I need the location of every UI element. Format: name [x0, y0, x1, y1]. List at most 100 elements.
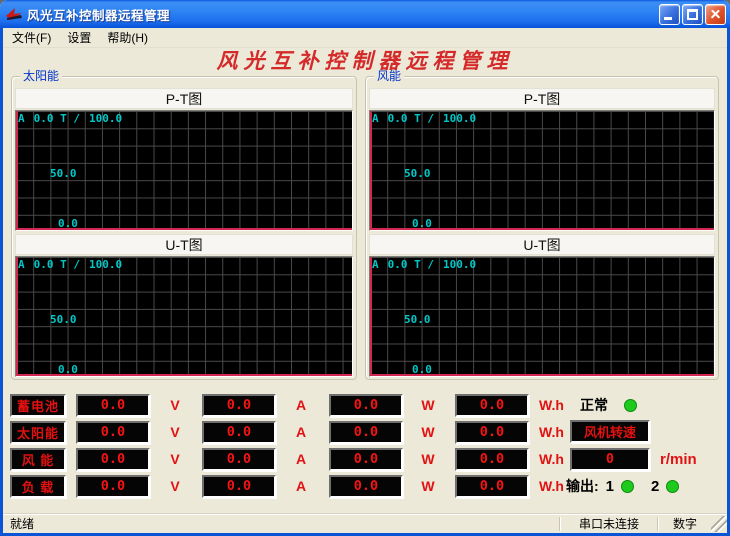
- wind-ut-chart-title: U-T图: [369, 234, 715, 255]
- axis-corner-label: A: [372, 258, 379, 271]
- axis-ymax-label: 100.0: [89, 258, 122, 271]
- battery-energy-display: 0.0: [455, 394, 529, 417]
- current-unit: A: [288, 451, 314, 467]
- axis-ymid-label: 50.0: [50, 167, 77, 180]
- readings-panel: 蓄电池 0.0 V 0.0 A 0.0 W 0.0 W.h 太阳能 0.0 V …: [10, 393, 723, 505]
- status-ready-text: 就绪: [3, 515, 559, 532]
- current-unit: A: [288, 397, 314, 413]
- power-unit: W: [415, 451, 441, 467]
- wind-energy-display: 0.0: [455, 448, 529, 471]
- axis-ymid-label: 50.0: [50, 313, 77, 326]
- axis-ymax-label: 100.0: [443, 112, 476, 125]
- battery-current-display: 0.0: [202, 394, 276, 417]
- wind-label: 风 能: [10, 448, 66, 471]
- power-unit: W: [415, 424, 441, 440]
- energy-unit: W.h: [539, 478, 569, 494]
- fan-speed-display: 0: [570, 448, 650, 471]
- app-icon: [5, 6, 23, 22]
- maximize-button[interactable]: [682, 4, 703, 25]
- load-energy-display: 0.0: [455, 475, 529, 498]
- x-axis-line: [16, 228, 352, 230]
- resize-grip[interactable]: [711, 516, 727, 532]
- wind-pt-chart: A 0.0 T / 100.0 50.0 0.0: [369, 110, 715, 231]
- fan-speed-unit: r/min: [660, 451, 697, 468]
- energy-unit: W.h: [539, 424, 569, 440]
- voltage-unit: V: [162, 451, 188, 467]
- axis-ymid-label: 50.0: [404, 167, 431, 180]
- load-voltage-display: 0.0: [76, 475, 150, 498]
- close-button[interactable]: [705, 4, 726, 25]
- axis-origin-label: 0.0 T /: [34, 112, 80, 125]
- energy-unit: W.h: [539, 451, 569, 467]
- solar-energy-display: 0.0: [455, 421, 529, 444]
- status-normal-label: 正常: [580, 395, 608, 415]
- current-unit: A: [288, 478, 314, 494]
- menu-bar: 文件(F) 设置 帮助(H): [3, 28, 727, 48]
- axis-ymax-label: 100.0: [443, 258, 476, 271]
- energy-unit: W.h: [539, 397, 569, 413]
- voltage-unit: V: [162, 397, 188, 413]
- solar-ut-chart: A 0.0 T / 100.0 50.0 0.0: [15, 256, 353, 377]
- voltage-unit: V: [162, 424, 188, 440]
- fan-speed-label: 风机转速: [570, 420, 650, 443]
- group-solar-label: 太阳能: [20, 70, 62, 83]
- solar-power-display: 0.0: [329, 421, 403, 444]
- system-status: 正常: [580, 393, 637, 417]
- x-axis-line: [370, 228, 714, 230]
- axis-corner-label: A: [18, 112, 25, 125]
- status-bar: 就绪 串口未连接 数字: [3, 513, 727, 533]
- menu-settings[interactable]: 设置: [59, 27, 99, 48]
- menu-help[interactable]: 帮助(H): [99, 27, 156, 48]
- output1-indicator: [621, 480, 634, 493]
- axis-corner-label: A: [372, 112, 379, 125]
- title-bar: 风光互补控制器远程管理: [0, 0, 730, 28]
- voltage-unit: V: [162, 478, 188, 494]
- maximize-icon: [687, 9, 698, 20]
- power-unit: W: [415, 397, 441, 413]
- battery-power-display: 0.0: [329, 394, 403, 417]
- chart-groups: 太阳能 P-T图 A 0.0 T / 100.0 50.0 0.0 U-T图: [11, 76, 721, 380]
- wind-ut-chart: A 0.0 T / 100.0 50.0 0.0: [369, 256, 715, 377]
- power-unit: W: [415, 478, 441, 494]
- axis-ymid-label: 50.0: [404, 313, 431, 326]
- client-area: 风光互补控制器远程管理 太阳能 P-T图 A 0.0 T / 100.0 50.…: [3, 48, 727, 513]
- y-axis-line: [370, 257, 372, 376]
- solar-label: 太阳能: [10, 421, 66, 444]
- minimize-button[interactable]: [659, 4, 680, 25]
- axis-corner-label: A: [18, 258, 25, 271]
- battery-voltage-display: 0.0: [76, 394, 150, 417]
- load-label: 负 载: [10, 475, 66, 498]
- output-status-row: 输出: 1 2: [566, 474, 679, 498]
- load-current-display: 0.0: [202, 475, 276, 498]
- app-window: 风光互补控制器远程管理 文件(F) 设置 帮助(H) 风光互补控制器远程管理 太…: [0, 0, 730, 536]
- x-axis-line: [370, 374, 714, 376]
- axis-ymax-label: 100.0: [89, 112, 122, 125]
- y-axis-line: [16, 111, 18, 230]
- output2-indicator: [666, 480, 679, 493]
- y-axis-line: [370, 111, 372, 230]
- serial-status-text: 串口未连接: [561, 515, 657, 532]
- wind-pt-chart-title: P-T图: [369, 88, 715, 109]
- solar-ut-chart-title: U-T图: [15, 234, 353, 255]
- minimize-icon: [664, 17, 672, 20]
- wind-power-display: 0.0: [329, 448, 403, 471]
- battery-label: 蓄电池: [10, 394, 66, 417]
- axis-origin-label: 0.0 T /: [388, 112, 434, 125]
- menu-file[interactable]: 文件(F): [4, 27, 59, 48]
- output-label: 输出:: [566, 476, 599, 496]
- group-wind-label: 风能: [374, 70, 404, 83]
- window-title: 风光互补控制器远程管理: [27, 5, 657, 24]
- solar-pt-chart-title: P-T图: [15, 88, 353, 109]
- group-wind: 风能 P-T图 A 0.0 T / 100.0 50.0 0.0 U-T图: [365, 76, 719, 380]
- solar-voltage-display: 0.0: [76, 421, 150, 444]
- page-title: 风光互补控制器远程管理: [3, 48, 727, 74]
- fan-speed-row: 0 r/min: [570, 447, 697, 471]
- solar-pt-chart: A 0.0 T / 100.0 50.0 0.0: [15, 110, 353, 231]
- current-unit: A: [288, 424, 314, 440]
- status-normal-indicator: [624, 399, 637, 412]
- num-mode-text: 数字: [659, 515, 711, 532]
- axis-origin-label: 0.0 T /: [34, 258, 80, 271]
- axis-origin-label: 0.0 T /: [388, 258, 434, 271]
- wind-voltage-display: 0.0: [76, 448, 150, 471]
- output2-number: 2: [651, 478, 659, 495]
